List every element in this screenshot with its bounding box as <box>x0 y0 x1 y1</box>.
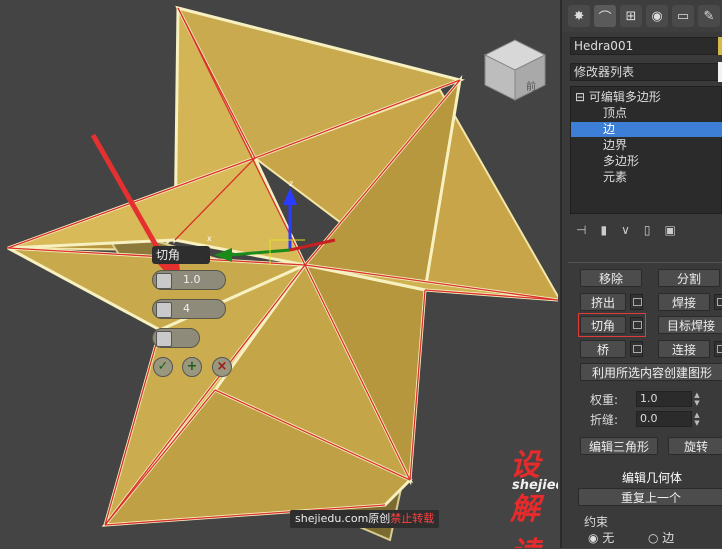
caddy-title: 切角 <box>152 246 210 264</box>
chamfer-highlight <box>578 313 646 337</box>
edit-edges-rollout: 移除 分割 挤出 焊接 切角 目标焊接 桥 连接 利用所选内容创建图形 权重: … <box>568 262 722 549</box>
constraint-edge-radio[interactable]: ○ 边 <box>648 529 674 546</box>
chamfer-amount-icon <box>156 273 172 289</box>
axis-z-label: z <box>289 179 293 188</box>
connect-settings-icon[interactable] <box>714 341 722 357</box>
apply-add-icon[interactable]: + <box>182 357 202 377</box>
crease-spinner-arrows-icon[interactable]: ▲ ▼ <box>692 411 702 427</box>
constraint-edge-label: 边 <box>662 531 675 545</box>
weight-label: 权重: <box>590 393 619 407</box>
modifier-stack[interactable]: ⊟ 可编辑多边形 顶点 边 边界 多边形 元素 <box>570 86 722 214</box>
turn-button[interactable]: 旋转 <box>668 437 722 455</box>
watermark: shejiedu.com原创禁止转载 <box>290 510 440 528</box>
weld-settings-icon[interactable] <box>714 294 722 310</box>
stack-item-edge[interactable]: 边 <box>571 122 722 137</box>
constraints-label: 约束 <box>584 515 609 529</box>
collapse-icon[interactable]: ⊟ <box>575 90 585 104</box>
logo-url: shejiedu.com <box>512 478 558 493</box>
hierarchy-tab-icon[interactable]: ⊞ <box>620 5 642 27</box>
star-mesh[interactable]: z x 前 <box>0 0 558 548</box>
make-unique-icon[interactable]: ∨ <box>621 223 630 237</box>
cancel-icon[interactable]: × <box>212 357 232 377</box>
logo-text: 设解读 <box>510 448 541 548</box>
stack-root-label: 可编辑多边形 <box>588 90 661 104</box>
crease-spinner[interactable]: 0.0 <box>636 411 692 427</box>
utilities-tab-icon[interactable]: ✎ <box>698 5 720 27</box>
caddy-amount-value: 1.0 <box>183 273 201 286</box>
stack-item-polygon[interactable]: 多边形 <box>571 154 722 169</box>
caddy-open-toggle[interactable] <box>152 328 200 348</box>
create-shape-button[interactable]: 利用所选内容创建图形 <box>580 363 722 381</box>
edit-geometry-title[interactable]: 编辑几何体 <box>622 469 682 486</box>
watermark-warning: 禁止转载 <box>390 512 435 525</box>
viewport-perspective[interactable]: z x 前 切角 1.0 4 ✓ + × 设解读 shejiedu.com sh… <box>0 0 558 548</box>
weight-spinner-arrows-icon[interactable]: ▲ ▼ <box>692 391 702 407</box>
viewcube-label: 前 <box>526 80 536 93</box>
motion-tab-icon[interactable]: ◉ <box>646 5 668 27</box>
command-panel-tabs: ✸ ⌒ ⊞ ◉ ▭ ✎ <box>562 0 722 32</box>
edit-triangulation-button[interactable]: 编辑三角形 <box>580 437 658 455</box>
segments-icon <box>156 302 172 318</box>
open-chamfer-icon <box>156 331 172 347</box>
weld-button[interactable]: 焊接 <box>658 293 710 311</box>
configure-sets-icon[interactable]: ▣ <box>664 223 675 237</box>
repeat-last-button[interactable]: 重复上一个 <box>578 488 722 506</box>
stack-root[interactable]: ⊟ 可编辑多边形 <box>571 90 722 105</box>
command-panel: ✸ ⌒ ⊞ ◉ ▭ ✎ Hedra001 修改器列表 ⊟ 可编辑多边形 顶点 边… <box>560 0 722 548</box>
create-tab-icon[interactable]: ✸ <box>568 5 590 27</box>
modify-tab-icon[interactable]: ⌒ <box>594 5 616 27</box>
viewcube-icon[interactable] <box>483 39 547 101</box>
bridge-settings-icon[interactable] <box>630 341 643 357</box>
extrude-button[interactable]: 挤出 <box>580 293 626 311</box>
ok-icon[interactable]: ✓ <box>153 357 173 377</box>
bridge-button[interactable]: 桥 <box>580 340 626 358</box>
constraint-none-radio[interactable]: ◉ 无 <box>588 529 614 546</box>
remove-button[interactable]: 移除 <box>580 269 642 287</box>
modifier-list-dropdown[interactable]: 修改器列表 <box>570 63 722 81</box>
show-end-result-icon[interactable]: ▮ <box>600 223 607 237</box>
target-weld-button[interactable]: 目标焊接 <box>658 316 722 334</box>
watermark-site: shejiedu.com原创 <box>295 512 391 525</box>
crease-label: 折缝: <box>590 413 619 427</box>
weight-spinner[interactable]: 1.0 <box>636 391 692 407</box>
site-logo: 设解读 shejiedu.com <box>510 440 558 548</box>
caddy-segments-value: 4 <box>183 302 190 315</box>
object-name-field[interactable]: Hedra001 <box>570 37 722 55</box>
remove-modifier-icon[interactable]: ▯ <box>644 223 651 237</box>
extrude-settings-icon[interactable] <box>630 294 643 310</box>
stack-item-border[interactable]: 边界 <box>571 138 722 153</box>
caddy-segments-field[interactable]: 4 <box>152 299 226 319</box>
caddy-amount-field[interactable]: 1.0 <box>152 270 226 290</box>
stack-item-vertex[interactable]: 顶点 <box>571 106 722 121</box>
connect-button[interactable]: 连接 <box>658 340 710 358</box>
axis-x-label: x <box>207 234 212 243</box>
split-button[interactable]: 分割 <box>658 269 720 287</box>
constraint-none-label: 无 <box>602 531 615 545</box>
display-tab-icon[interactable]: ▭ <box>672 5 694 27</box>
stack-tools: ⊣ ▮ ∨ ▯ ▣ <box>570 220 722 240</box>
modifier-list-arrow-icon[interactable] <box>718 62 722 82</box>
object-color-swatch[interactable] <box>718 37 722 55</box>
stack-item-element[interactable]: 元素 <box>571 170 722 185</box>
pin-stack-icon[interactable]: ⊣ <box>576 223 586 237</box>
